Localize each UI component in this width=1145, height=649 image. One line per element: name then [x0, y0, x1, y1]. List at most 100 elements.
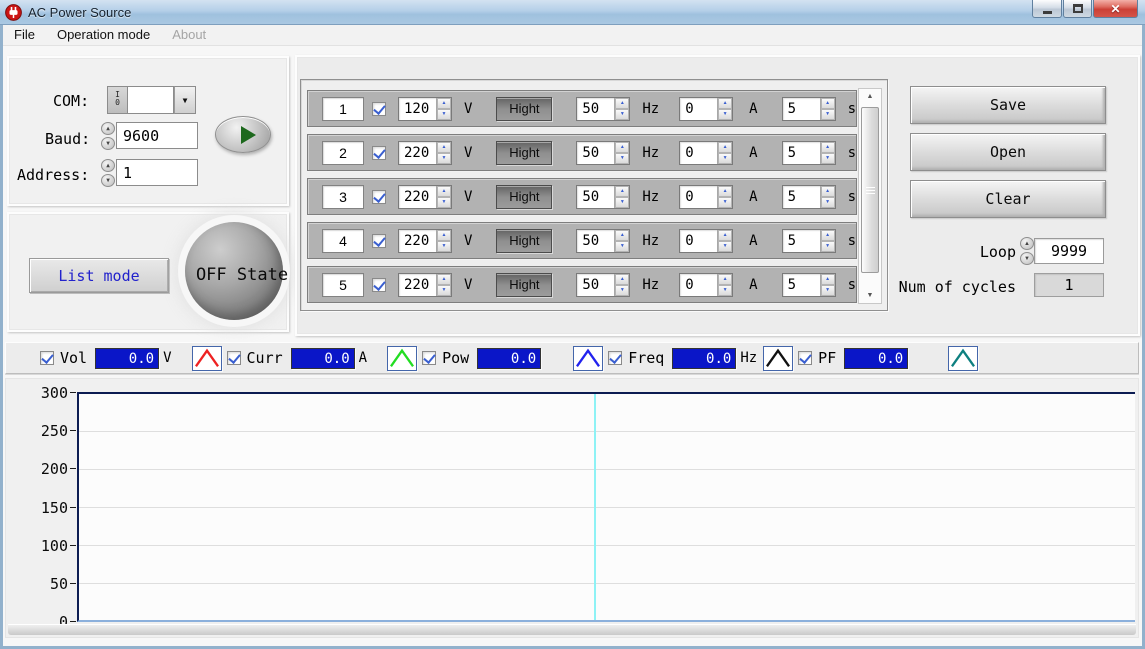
- y-tick-mark: [70, 545, 76, 546]
- current-field[interactable]: 0▲▼: [679, 141, 733, 165]
- chevron-down-icon[interactable]: ▼: [174, 86, 196, 114]
- current-stepper[interactable]: ▲▼: [717, 98, 732, 120]
- pf-label: PF: [818, 349, 836, 367]
- current-field[interactable]: 0▲▼: [679, 273, 733, 297]
- time-field[interactable]: 5▲▼: [782, 229, 836, 253]
- time-unit: s: [848, 145, 856, 161]
- step-enable-checkbox[interactable]: [372, 102, 386, 116]
- time-stepper[interactable]: ▲▼: [820, 230, 835, 252]
- voltage-stepper[interactable]: ▲▼: [436, 186, 451, 208]
- spin-down-icon: ▼: [615, 285, 629, 296]
- pow-waveform-icon[interactable]: [573, 346, 603, 371]
- open-button[interactable]: Open: [910, 133, 1106, 171]
- vol-checkbox[interactable]: [40, 351, 54, 365]
- menu-about[interactable]: About: [161, 25, 217, 45]
- loop-field[interactable]: 9999: [1034, 238, 1104, 264]
- range-button[interactable]: Hight: [496, 185, 552, 209]
- voltage-field[interactable]: 120▲▼: [398, 97, 452, 121]
- address-field[interactable]: 1: [116, 159, 198, 186]
- gridline: [79, 507, 1135, 508]
- connect-button[interactable]: [215, 116, 271, 153]
- freq-stepper[interactable]: ▲▼: [614, 142, 629, 164]
- voltage-stepper[interactable]: ▲▼: [436, 230, 451, 252]
- title-bar[interactable]: AC Power Source ✕: [0, 0, 1145, 25]
- range-button[interactable]: Hight: [496, 273, 552, 297]
- voltage-field[interactable]: 220▲▼: [398, 185, 452, 209]
- freq-field[interactable]: 50▲▼: [576, 97, 630, 121]
- freq-waveform-icon[interactable]: [763, 346, 793, 371]
- vol-waveform-icon[interactable]: [192, 346, 222, 371]
- spin-up-icon[interactable]: ▲: [1020, 237, 1034, 250]
- freq-field[interactable]: 50▲▼: [576, 185, 630, 209]
- chart-cursor-line[interactable]: [594, 394, 596, 620]
- current-field[interactable]: 0▲▼: [679, 185, 733, 209]
- time-stepper[interactable]: ▲▼: [820, 98, 835, 120]
- step-enable-checkbox[interactable]: [372, 146, 386, 160]
- baud-field[interactable]: 9600: [116, 122, 198, 149]
- clear-button[interactable]: Clear: [910, 180, 1106, 218]
- curr-waveform-icon[interactable]: [387, 346, 417, 371]
- curr-unit: A: [359, 350, 367, 366]
- freq-stepper[interactable]: ▲▼: [614, 230, 629, 252]
- step-enable-checkbox[interactable]: [372, 278, 386, 292]
- freq-field[interactable]: 50▲▼: [576, 141, 630, 165]
- pf-checkbox[interactable]: [798, 351, 812, 365]
- spin-down-icon: ▼: [437, 241, 451, 252]
- baud-stepper[interactable]: ▲▼: [101, 122, 115, 150]
- num-of-cycles-field: 1: [1034, 273, 1104, 297]
- step-enable-checkbox[interactable]: [372, 234, 386, 248]
- freq-stepper[interactable]: ▲▼: [614, 274, 629, 296]
- time-stepper[interactable]: ▲▼: [820, 274, 835, 296]
- voltage-stepper[interactable]: ▲▼: [436, 98, 451, 120]
- freq-field[interactable]: 50▲▼: [576, 229, 630, 253]
- time-field[interactable]: 5▲▼: [782, 141, 836, 165]
- spin-up-icon[interactable]: ▲: [101, 122, 115, 135]
- save-button[interactable]: Save: [910, 86, 1106, 124]
- menu-operation-mode[interactable]: Operation mode: [46, 25, 161, 45]
- current-stepper[interactable]: ▲▼: [717, 274, 732, 296]
- spin-down-icon[interactable]: ▼: [101, 174, 115, 187]
- current-stepper[interactable]: ▲▼: [717, 230, 732, 252]
- com-port-value[interactable]: [128, 86, 174, 114]
- voltage-stepper[interactable]: ▲▼: [436, 274, 451, 296]
- step-enable-checkbox[interactable]: [372, 190, 386, 204]
- current-stepper[interactable]: ▲▼: [717, 142, 732, 164]
- time-stepper[interactable]: ▲▼: [820, 186, 835, 208]
- minimize-button[interactable]: [1032, 0, 1062, 18]
- com-port-combo[interactable]: I0 ▼: [107, 86, 196, 114]
- address-stepper[interactable]: ▲▼: [101, 159, 115, 187]
- pow-checkbox[interactable]: [422, 351, 436, 365]
- spin-down-icon[interactable]: ▼: [101, 137, 115, 150]
- current-stepper[interactable]: ▲▼: [717, 186, 732, 208]
- list-mode-button[interactable]: List mode: [29, 258, 169, 293]
- loop-stepper[interactable]: ▲▼: [1020, 237, 1034, 265]
- range-button[interactable]: Hight: [496, 229, 552, 253]
- menu-file[interactable]: File: [3, 25, 46, 45]
- current-field[interactable]: 0▲▼: [679, 229, 733, 253]
- freq-checkbox[interactable]: [608, 351, 622, 365]
- step-list-scrollbar[interactable]: ▲ ▼: [858, 88, 882, 304]
- pf-waveform-icon[interactable]: [948, 346, 978, 371]
- scroll-up-icon[interactable]: ▲: [859, 89, 881, 104]
- freq-field[interactable]: 50▲▼: [576, 273, 630, 297]
- close-button[interactable]: ✕: [1093, 0, 1138, 18]
- time-field[interactable]: 5▲▼: [782, 185, 836, 209]
- voltage-field[interactable]: 220▲▼: [398, 273, 452, 297]
- voltage-field[interactable]: 220▲▼: [398, 141, 452, 165]
- spin-down-icon: ▼: [718, 197, 732, 208]
- range-button[interactable]: Hight: [496, 97, 552, 121]
- time-stepper[interactable]: ▲▼: [820, 142, 835, 164]
- time-field[interactable]: 5▲▼: [782, 97, 836, 121]
- range-button[interactable]: Hight: [496, 141, 552, 165]
- curr-checkbox[interactable]: [227, 351, 241, 365]
- spin-up-icon[interactable]: ▲: [101, 159, 115, 172]
- time-field[interactable]: 5▲▼: [782, 273, 836, 297]
- freq-stepper[interactable]: ▲▼: [614, 98, 629, 120]
- voltage-field[interactable]: 220▲▼: [398, 229, 452, 253]
- spin-down-icon[interactable]: ▼: [1020, 252, 1034, 265]
- current-field[interactable]: 0▲▼: [679, 97, 733, 121]
- maximize-button[interactable]: [1063, 0, 1092, 18]
- voltage-stepper[interactable]: ▲▼: [436, 142, 451, 164]
- spin-down-icon: ▼: [718, 241, 732, 252]
- freq-stepper[interactable]: ▲▼: [614, 186, 629, 208]
